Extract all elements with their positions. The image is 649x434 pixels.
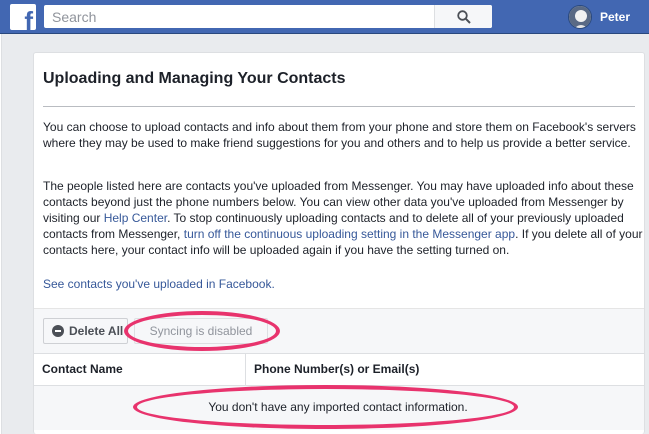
column-header-phone-email: Phone Number(s) or Email(s) bbox=[254, 362, 420, 376]
turn-off-uploading-link[interactable]: turn off the continuous uploading settin… bbox=[184, 227, 515, 241]
search-button[interactable] bbox=[434, 5, 492, 28]
title-divider bbox=[43, 106, 635, 107]
see-contacts-link[interactable]: See contacts you've uploaded in Facebook… bbox=[43, 277, 275, 291]
help-center-link[interactable]: Help Center bbox=[104, 211, 167, 225]
delete-all-button[interactable]: Delete All bbox=[43, 318, 128, 344]
search-input[interactable] bbox=[44, 5, 449, 28]
top-navigation-bar: f Peter bbox=[0, 0, 649, 34]
search-box bbox=[44, 5, 492, 28]
page-title: Uploading and Managing Your Contacts bbox=[43, 70, 346, 87]
search-icon bbox=[456, 9, 471, 24]
facebook-logo-glyph: f bbox=[24, 6, 33, 30]
column-divider bbox=[245, 353, 246, 386]
empty-message: You don't have any imported contact info… bbox=[208, 400, 468, 414]
column-header-contact-name: Contact Name bbox=[42, 362, 123, 376]
left-rail bbox=[0, 34, 2, 434]
syncing-status-button: Syncing is disabled bbox=[134, 318, 268, 344]
intro-paragraph: You can choose to upload contacts and in… bbox=[43, 120, 636, 150]
delete-all-label: Delete All bbox=[69, 324, 124, 338]
facebook-logo-icon[interactable]: f bbox=[10, 4, 36, 30]
avatar bbox=[568, 5, 592, 29]
messenger-paragraph: The people listed here are contacts you'… bbox=[43, 178, 643, 258]
minus-circle-icon bbox=[52, 325, 64, 337]
profile-name: Peter bbox=[600, 10, 631, 24]
profile-link[interactable]: Peter bbox=[568, 5, 630, 29]
